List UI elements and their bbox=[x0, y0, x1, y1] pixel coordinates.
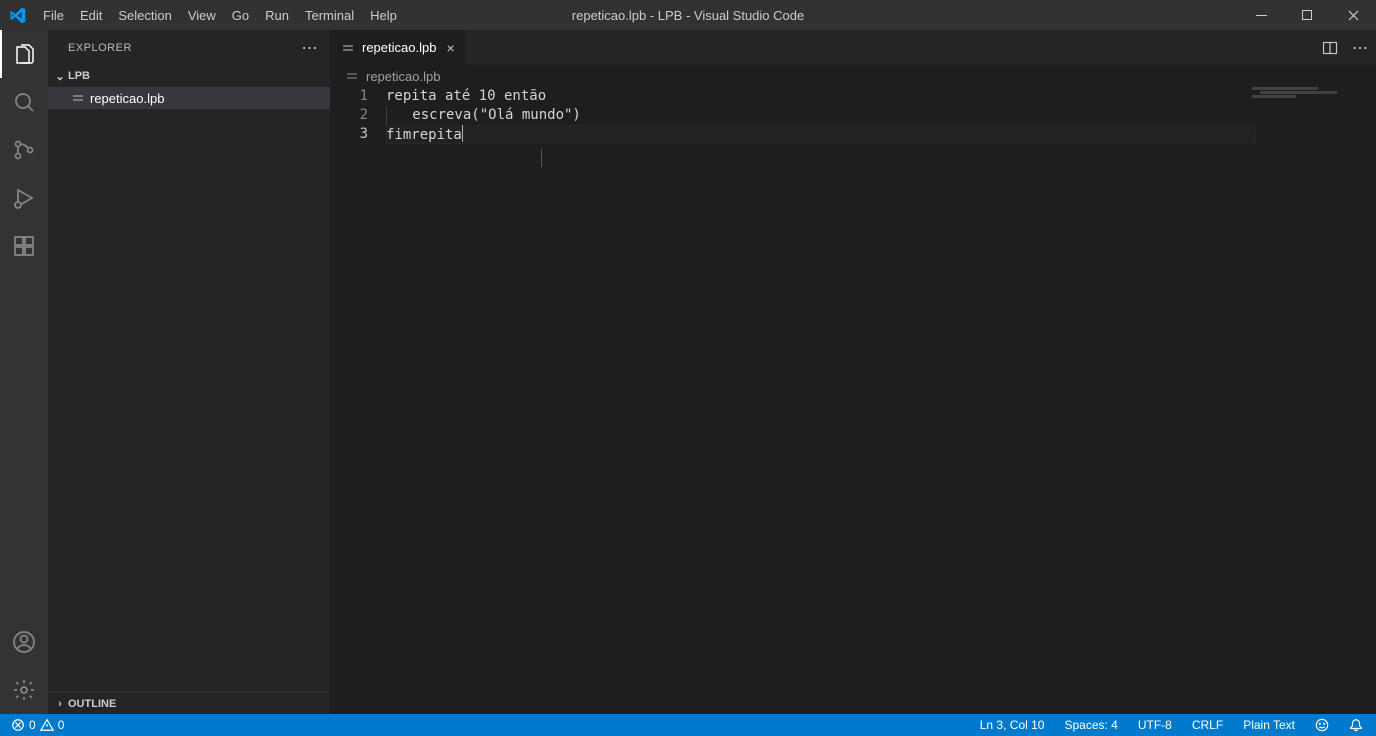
folder-header[interactable]: ⌄ LPB bbox=[48, 65, 330, 87]
tab-actions: ⋯ bbox=[1322, 30, 1376, 65]
status-problems[interactable]: 0 0 bbox=[8, 714, 67, 736]
maximize-button[interactable] bbox=[1284, 0, 1330, 30]
feedback-icon[interactable] bbox=[1312, 714, 1332, 736]
file-item[interactable]: repeticao.lpb bbox=[48, 87, 330, 109]
close-button[interactable] bbox=[1330, 0, 1376, 30]
tab-label: repeticao.lpb bbox=[362, 40, 436, 55]
line-number: 2 bbox=[330, 106, 386, 125]
tab-repeticao[interactable]: repeticao.lpb × bbox=[330, 30, 466, 65]
file-icon bbox=[344, 68, 360, 84]
notifications-icon[interactable] bbox=[1346, 714, 1366, 736]
more-actions-icon[interactable]: ⋯ bbox=[1352, 38, 1368, 58]
code-editor[interactable]: 1 2 3 repita até 10 então escreva("Olá m… bbox=[330, 87, 1376, 714]
run-debug-icon[interactable] bbox=[0, 174, 48, 222]
line-gutter: 1 2 3 bbox=[330, 87, 386, 714]
status-bar: 0 0 Ln 3, Col 10 Spaces: 4 UTF-8 CRLF Pl… bbox=[0, 714, 1376, 736]
extensions-icon[interactable] bbox=[0, 222, 48, 270]
mouse-text-cursor bbox=[541, 149, 542, 167]
search-icon[interactable] bbox=[0, 78, 48, 126]
chevron-down-icon: ⌄ bbox=[52, 70, 68, 83]
file-icon bbox=[70, 90, 86, 106]
line-number: 1 bbox=[330, 87, 386, 106]
status-language[interactable]: Plain Text bbox=[1240, 714, 1298, 736]
minimize-button[interactable] bbox=[1238, 0, 1284, 30]
menu-file[interactable]: File bbox=[35, 0, 72, 30]
code-line[interactable]: repita até 10 então bbox=[386, 87, 1256, 106]
sidebar: EXPLORER ⋯ ⌄ LPB repeticao.lpb › OUTLINE bbox=[48, 30, 330, 714]
source-control-icon[interactable] bbox=[0, 126, 48, 174]
settings-gear-icon[interactable] bbox=[0, 666, 48, 714]
code-lines[interactable]: repita até 10 então escreva("Olá mundo")… bbox=[386, 87, 1376, 714]
sidebar-header: EXPLORER ⋯ bbox=[48, 30, 330, 65]
error-count: 0 bbox=[29, 718, 36, 732]
status-cursor-position[interactable]: Ln 3, Col 10 bbox=[977, 714, 1048, 736]
menu-bar: File Edit Selection View Go Run Terminal… bbox=[35, 0, 405, 30]
outline-header[interactable]: › OUTLINE bbox=[48, 692, 330, 714]
status-indentation[interactable]: Spaces: 4 bbox=[1061, 714, 1120, 736]
menu-terminal[interactable]: Terminal bbox=[297, 0, 362, 30]
warning-count: 0 bbox=[58, 718, 65, 732]
editor-area: repeticao.lpb × ⋯ repeticao.lpb 1 2 3 bbox=[330, 30, 1376, 714]
menu-selection[interactable]: Selection bbox=[110, 0, 179, 30]
status-encoding[interactable]: UTF-8 bbox=[1135, 714, 1175, 736]
menu-go[interactable]: Go bbox=[224, 0, 257, 30]
sidebar-more-icon[interactable]: ⋯ bbox=[302, 38, 319, 58]
accounts-icon[interactable] bbox=[0, 618, 48, 666]
title-bar: File Edit Selection View Go Run Terminal… bbox=[0, 0, 1376, 30]
menu-edit[interactable]: Edit bbox=[72, 0, 110, 30]
window-controls bbox=[1238, 0, 1376, 30]
vscode-logo-icon bbox=[0, 7, 35, 24]
explorer-icon[interactable] bbox=[0, 30, 48, 78]
menu-help[interactable]: Help bbox=[362, 0, 405, 30]
minimap[interactable] bbox=[1252, 87, 1362, 117]
code-line[interactable]: fimrepita bbox=[386, 125, 1256, 144]
status-eol[interactable]: CRLF bbox=[1189, 714, 1226, 736]
explorer-title: EXPLORER bbox=[68, 42, 132, 54]
code-line[interactable]: escreva("Olá mundo") bbox=[386, 106, 1256, 125]
file-icon bbox=[340, 40, 356, 56]
folder-name: LPB bbox=[68, 70, 90, 82]
breadcrumb[interactable]: repeticao.lpb bbox=[330, 65, 1376, 87]
chevron-right-icon: › bbox=[52, 698, 68, 710]
menu-run[interactable]: Run bbox=[257, 0, 297, 30]
activity-bar bbox=[0, 30, 48, 714]
line-number: 3 bbox=[330, 125, 386, 144]
text-cursor bbox=[462, 125, 463, 142]
tab-bar: repeticao.lpb × ⋯ bbox=[330, 30, 1376, 65]
split-editor-icon[interactable] bbox=[1322, 40, 1338, 56]
tab-close-icon[interactable]: × bbox=[446, 40, 454, 56]
window-title: repeticao.lpb - LPB - Visual Studio Code bbox=[572, 8, 804, 23]
file-name: repeticao.lpb bbox=[90, 91, 164, 106]
breadcrumb-file: repeticao.lpb bbox=[366, 69, 440, 84]
menu-view[interactable]: View bbox=[180, 0, 224, 30]
outline-label: OUTLINE bbox=[68, 698, 116, 710]
